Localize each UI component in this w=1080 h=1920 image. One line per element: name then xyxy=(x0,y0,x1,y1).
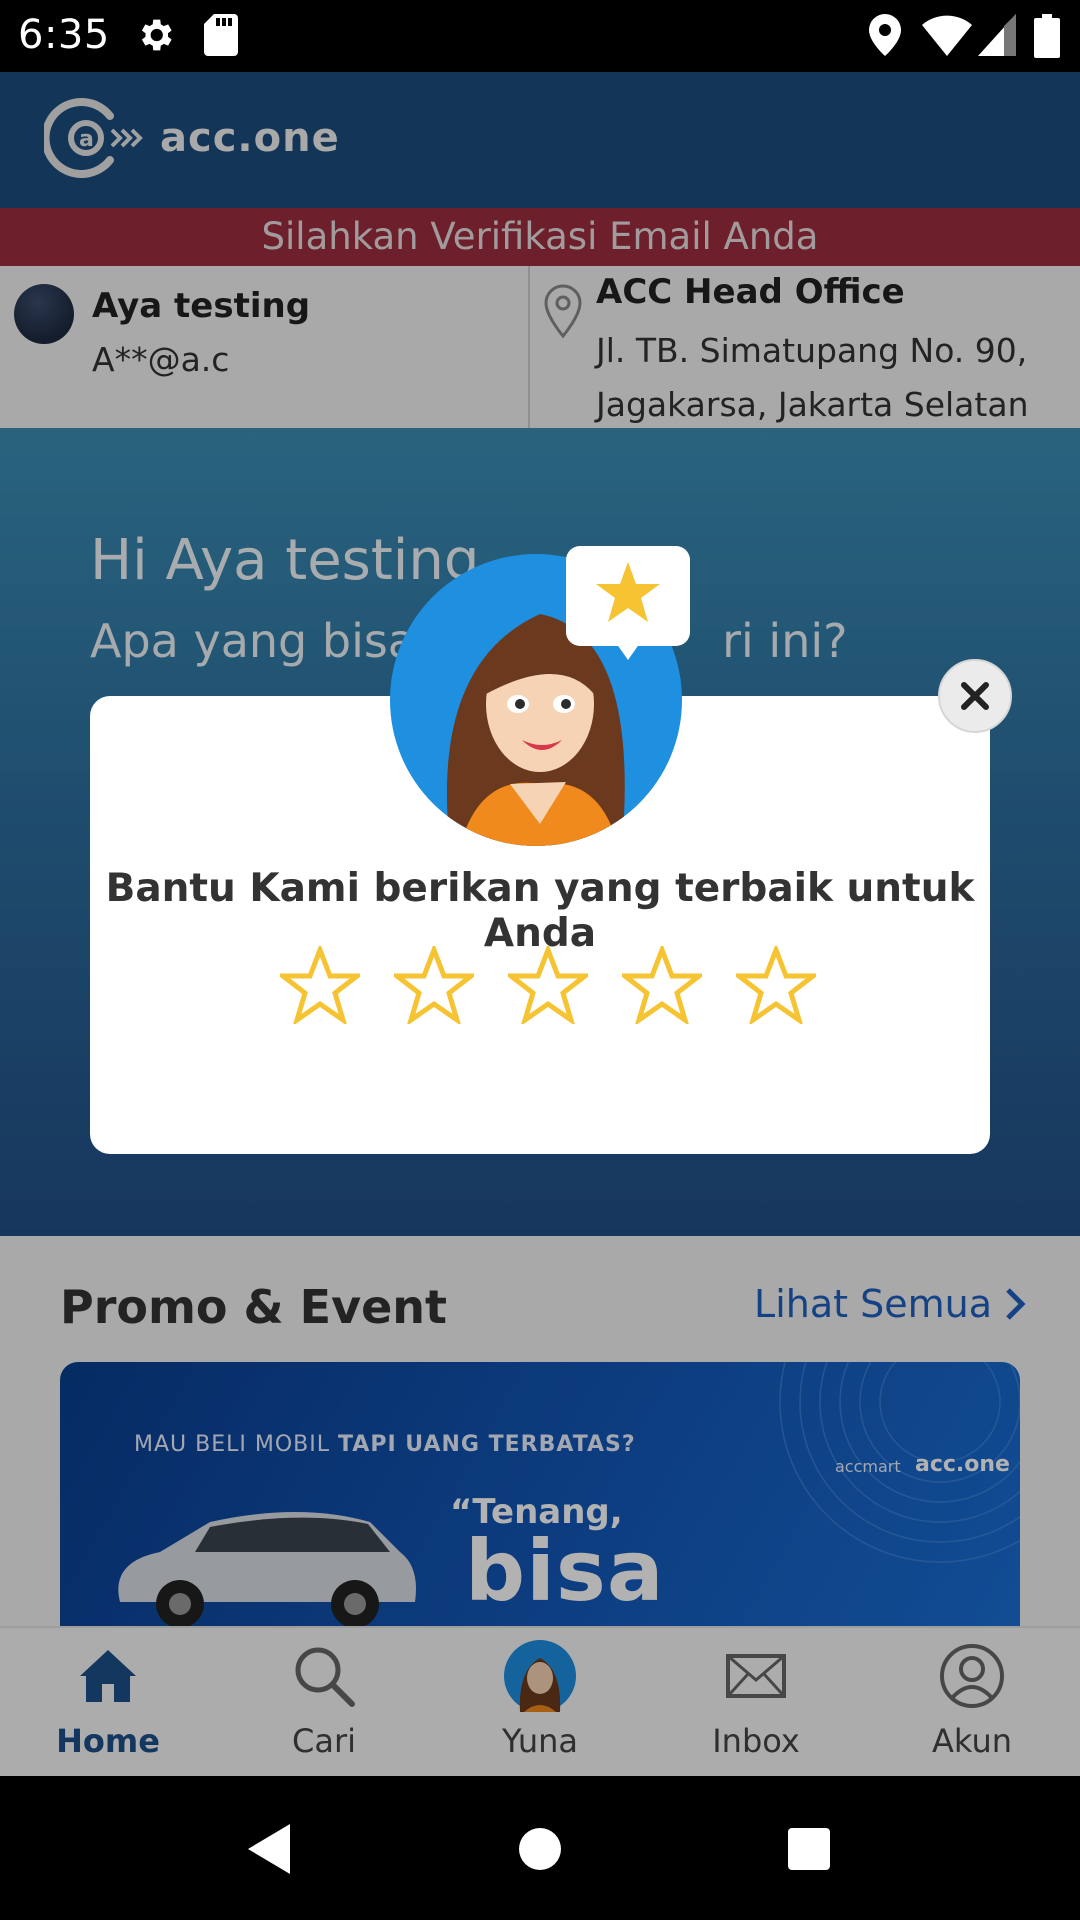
status-bar: 6:35 xyxy=(0,0,1080,72)
cellular-signal-icon xyxy=(978,14,1016,56)
wifi-icon xyxy=(922,15,972,56)
close-button[interactable] xyxy=(938,659,1012,733)
rating-message: Bantu Kami berikan yang terbaik untuk An… xyxy=(105,866,975,956)
sd-card-icon xyxy=(204,14,238,56)
system-navigation-bar xyxy=(0,1776,1080,1920)
recents-icon[interactable] xyxy=(786,1826,832,1872)
star-rating xyxy=(280,946,816,1024)
speech-bubble-tail xyxy=(614,640,642,660)
star-3-icon[interactable] xyxy=(508,946,588,1024)
status-time: 6:35 xyxy=(18,12,110,58)
star-4-icon[interactable] xyxy=(622,946,702,1024)
close-icon xyxy=(961,682,989,710)
star-1-icon[interactable] xyxy=(280,946,360,1024)
star-2-icon[interactable] xyxy=(394,946,474,1024)
back-icon[interactable] xyxy=(244,1822,294,1876)
home-circle-icon[interactable] xyxy=(517,1826,563,1872)
star-5-icon[interactable] xyxy=(736,946,816,1024)
star-filled-icon xyxy=(596,562,660,622)
battery-icon xyxy=(1034,14,1060,58)
location-icon xyxy=(869,14,901,56)
speech-bubble xyxy=(566,546,690,646)
settings-icon xyxy=(141,19,172,51)
